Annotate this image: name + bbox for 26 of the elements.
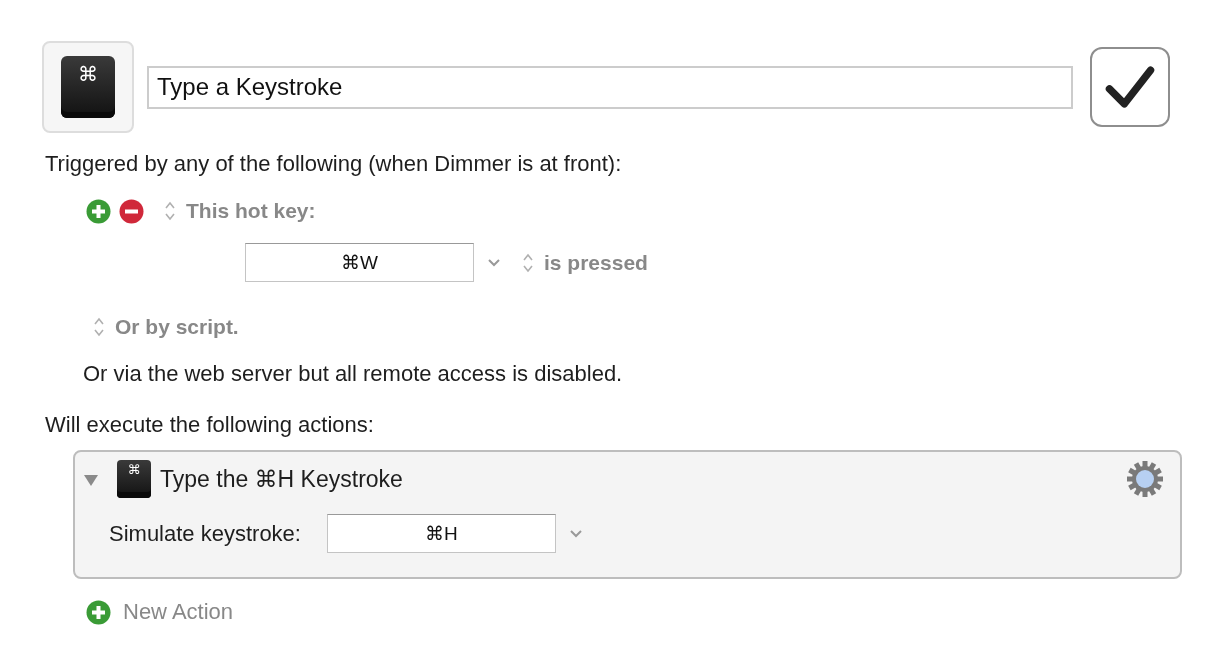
disclosure-triangle-icon[interactable] [83, 472, 99, 488]
add-icon[interactable] [86, 599, 111, 625]
macro-icon-well[interactable]: ⌘ [42, 41, 134, 133]
section-heading: Will execute the following actions: [45, 412, 375, 438]
updown-arrows-icon[interactable] [164, 200, 176, 222]
section-heading: Triggered by any of the following (when Dimmer is at front): [45, 151, 623, 177]
command-symbol: ⌘ [77, 62, 99, 86]
keystroke-field[interactable]: ⌘H [326, 514, 556, 553]
chevron-down-icon[interactable] [488, 258, 500, 267]
action-title: Type the ⌘H Keystroke [160, 465, 403, 493]
trigger-type-label[interactable]: Or by script. [115, 315, 239, 339]
add-icon[interactable] [86, 198, 111, 224]
hotkey-field[interactable]: ⌘W [245, 243, 474, 282]
enabled-checkbox[interactable] [1090, 47, 1170, 127]
new-action-link[interactable]: New Action [123, 599, 234, 625]
key-condition-label[interactable]: is pressed [544, 250, 648, 275]
updown-arrows-icon[interactable] [522, 251, 534, 274]
command-symbol: ⌘ [126, 462, 142, 477]
settings-icon[interactable] [1126, 460, 1164, 498]
field-label: Simulate keystroke: [109, 520, 301, 547]
trigger-type-label[interactable]: This hot key: [186, 199, 316, 223]
remove-icon[interactable] [119, 198, 144, 224]
updown-arrows-icon[interactable] [93, 316, 105, 338]
chevron-down-icon[interactable] [569, 529, 582, 538]
macro-name-field[interactable]: Type a Keystroke [147, 65, 1073, 109]
web-server-note: Or via the web server but all remote access is disabled. [83, 361, 624, 387]
